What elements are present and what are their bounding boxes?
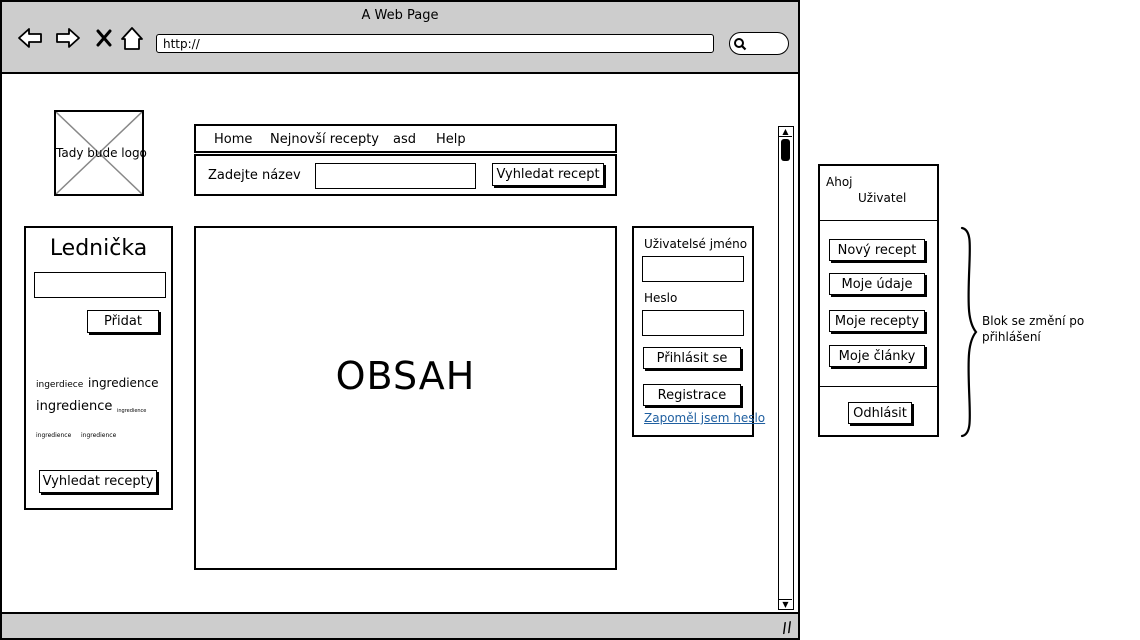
recipe-search-label: Zadejte název [208,168,301,183]
search-recipe-button[interactable]: Vyhledat recept [492,163,604,186]
login-button[interactable]: Přihlásit se [643,347,741,369]
scroll-up-arrow-icon[interactable]: ▲ [779,127,792,137]
logo-label: Tady bude logo [56,146,147,160]
logout-button[interactable]: Odhlásit [848,402,912,424]
username-text: Uživatel [858,191,907,205]
back-arrow-icon[interactable] [16,24,44,52]
ingredient-tag[interactable]: ingredience [117,408,146,414]
nav-item-home[interactable]: Home [214,132,252,147]
fridge-title: Lednička [49,236,148,261]
password-label: Heslo [644,291,678,305]
search-icon [734,38,747,51]
login-panel: Uživatelsé jméno Heslo Přihlásit se Regi… [632,226,765,437]
forward-arrow-icon[interactable] [54,24,82,52]
scroll-thumb[interactable] [781,139,790,161]
search-recipes-button[interactable]: Vyhledat recepty [39,470,157,493]
nav-item-help[interactable]: Help [436,132,466,147]
browser-search-field[interactable] [729,32,789,55]
nav-item-newest-recipes[interactable]: Nejnovší recepty [270,132,379,147]
stop-x-icon[interactable] [90,24,118,52]
my-articles-button[interactable]: Moje články [829,345,925,367]
main-nav: Home Nejnovší recepty asd Help [194,124,617,153]
content-placeholder-label: OBSAH [335,354,476,398]
my-recipes-button[interactable]: Moje recepty [829,310,925,332]
window-title: A Web Page [361,8,439,23]
scroll-down-arrow-icon[interactable]: ▼ [779,599,792,609]
new-recipe-button[interactable]: Nový recept [829,239,925,261]
home-icon[interactable] [118,24,146,52]
curly-brace-icon [960,226,978,438]
ingredient-tag[interactable]: ingredience [36,432,71,439]
resize-grip-icon[interactable]: // [780,619,793,637]
ingredient-input[interactable] [34,272,166,298]
annotation-note: Blok se změní po přihlášení [982,314,1085,344]
username-field[interactable] [642,256,744,282]
ingredient-tag[interactable]: ingredience [81,432,116,439]
recipe-search-bar: Zadejte název Vyhledat recept [194,154,617,196]
username-label: Uživatelsé jméno [644,237,748,251]
fridge-panel: Lednička Přidat ingerdiece ingredience i… [24,226,173,510]
my-details-button[interactable]: Moje údaje [829,273,925,295]
ingredient-tag[interactable]: ingredience [36,399,112,414]
register-button[interactable]: Registrace [643,384,741,406]
panel-divider [820,220,937,221]
title-bar: A Web Page http:// [2,2,798,74]
password-field[interactable] [642,310,744,336]
main-content: OBSAH [194,226,617,570]
ingredient-tag[interactable]: ingerdiece [36,380,83,390]
recipe-search-input[interactable] [315,163,476,189]
status-bar: // [2,612,798,638]
ingredient-tag[interactable]: ingredience [88,376,159,390]
forgot-password-link[interactable]: Zapoměl jsem heslo [644,411,765,425]
greeting-text: Ahoj [826,175,853,189]
nav-item-asd[interactable]: asd [393,132,416,147]
panel-divider [820,386,937,387]
user-panel: Ahoj Uživatel Nový recept Moje údaje Moj… [818,164,939,437]
add-ingredient-button[interactable]: Přidat [87,310,159,333]
logo-placeholder: Tady bude logo [54,110,147,196]
url-input[interactable]: http:// [156,34,714,53]
vertical-scrollbar[interactable]: ▲ ▼ [778,126,794,610]
